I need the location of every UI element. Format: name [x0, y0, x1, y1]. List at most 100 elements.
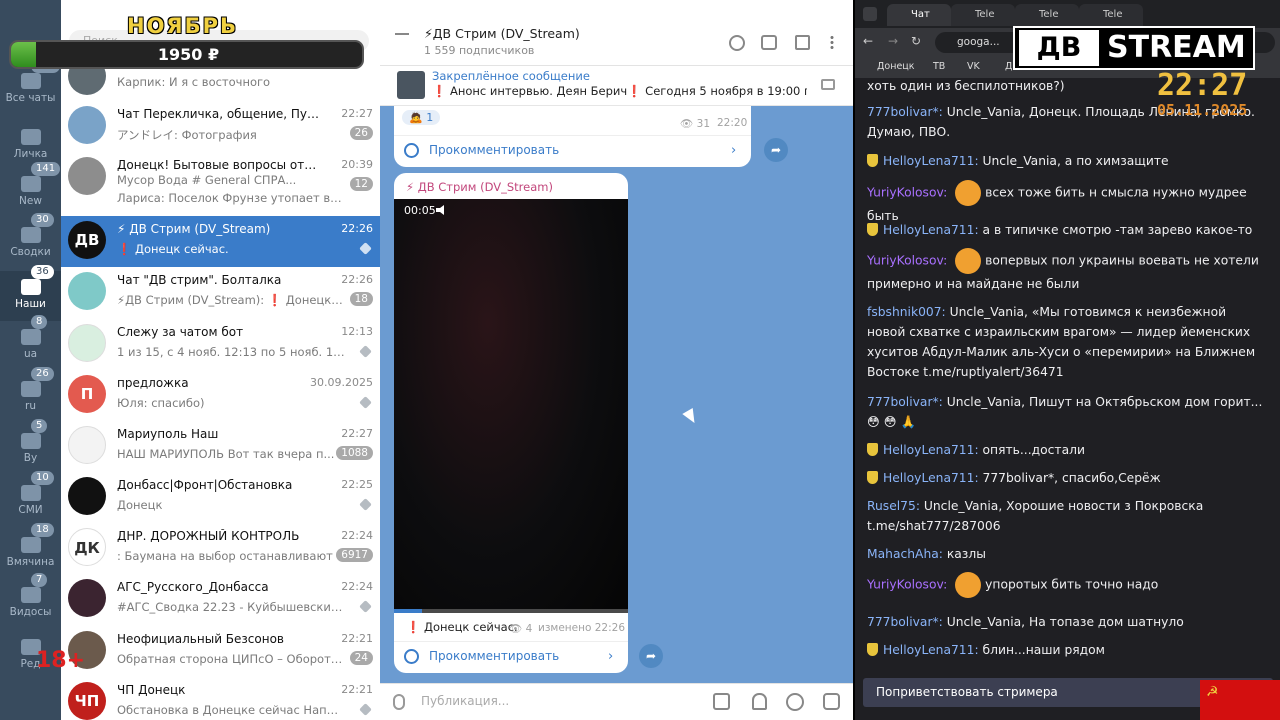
bookmark-item[interactable]: Донецк: [877, 61, 915, 72]
folder-0[interactable]: Все чаты159: [0, 59, 61, 115]
bookmark-item[interactable]: ТВ: [933, 61, 945, 72]
video-progress[interactable]: [394, 609, 628, 613]
folder-9[interactable]: Вмячина 18: [0, 523, 61, 579]
comment-link[interactable]: Прокомментировать: [429, 649, 559, 663]
chat-item[interactable]: Донбасс|Фронт|Обстановка 22:25 Донецк: [61, 472, 380, 523]
chat-username[interactable]: fsbshnik007: [867, 305, 942, 319]
logo-left: ДВ: [1019, 30, 1099, 66]
chat-item[interactable]: Слежу за чатом бот 12:13 1 из 15, с 4 нояб…: [61, 319, 380, 370]
chat-username[interactable]: 777bolivar*: [867, 615, 939, 629]
schedule-icon[interactable]: [713, 693, 730, 710]
folder-icon: [20, 329, 41, 345]
forward-button[interactable]: ➦: [764, 138, 788, 162]
chat-item[interactable]: ДК ДНР. ДОРОЖНЫЙ КОНТРОЛЬ 22:24: Баумана н…: [61, 523, 380, 574]
chat-text: 777bolivar*, спасибо,Серёж: [982, 471, 1161, 485]
chat-preview: Донецк: [117, 498, 163, 512]
pinned-message-bar[interactable]: Закреплённое сообщение ❗ Анонс интервью.…: [380, 66, 853, 106]
camera-icon[interactable]: [823, 693, 840, 710]
pinned-label: Закреплённое сообщение: [432, 69, 590, 83]
chat-time: 22:26: [341, 273, 373, 286]
stream-chat: хоть один из беспилотников?) 777bolivar*:…: [855, 78, 1280, 678]
chat-preview: : Баумана на выбор останавливают: [117, 549, 333, 563]
chat-message: MahachAha: казлы: [867, 547, 986, 561]
chat-text: хоть один из беспилотников?): [867, 79, 1065, 93]
pin-icon: [359, 498, 372, 511]
message-composer: Публикация...: [380, 683, 853, 720]
chat-text: опять...достали: [982, 443, 1085, 457]
chat-name: Донецк! Бытовые вопросы ответы:: [117, 158, 322, 172]
back-icon[interactable]: ←: [863, 34, 873, 48]
chat-item[interactable]: Мариуполь Наш 22:27 НАШ МАРИУПОЛЬ Вот так …: [61, 421, 380, 472]
compose-input[interactable]: Публикация...: [421, 694, 509, 708]
more-menu-icon[interactable]: [830, 35, 834, 50]
chat-username[interactable]: HelloyLena711: [883, 154, 974, 168]
donation-goal-bar: 1950 ₽: [9, 40, 364, 69]
message-author[interactable]: ⚡ ДВ Стрим (DV_Stream): [406, 180, 553, 194]
emote-icon: [955, 248, 982, 274]
folder-4[interactable]: Наши 36: [0, 265, 61, 321]
chat-message: 777bolivar*: Uncle_Vania, На топазе дом …: [867, 615, 1184, 629]
comment-link[interactable]: Прокомментировать: [429, 143, 559, 157]
chat-username[interactable]: YuriyKolosov: [867, 186, 943, 200]
chat-item[interactable]: Чат "ДВ стрим". Болталка 22:26 ⚡ДВ Стрим (…: [61, 267, 380, 318]
chat-username[interactable]: 777bolivar*: [867, 395, 939, 409]
chat-preview: ⚡ДВ Стрим (DV_Stream): ❗ Донецк ...: [117, 293, 345, 307]
browser-tab[interactable]: Tele: [1015, 4, 1079, 26]
chat-item[interactable]: Чат Перекличка, общение, Путиловк... 22:2…: [61, 101, 380, 152]
chat-time: 22:24: [341, 580, 373, 593]
pin-icon: [359, 345, 372, 358]
chat-item[interactable]: Ппредложка 30.09.2025 Юля: спасибо): [61, 370, 380, 421]
browser-tab[interactable]: Tele: [951, 4, 1015, 26]
attach-icon[interactable]: [393, 694, 405, 710]
back-arrow-icon[interactable]: [395, 33, 409, 35]
folder-badge: 30: [31, 213, 54, 227]
chat-item[interactable]: ЧП ЧП Донецк 22:21 Обстановка в Донецке сей…: [61, 677, 380, 720]
folder-7[interactable]: By 5: [0, 419, 61, 475]
folder-icon: [20, 587, 41, 603]
folder-10[interactable]: Видосы 7: [0, 573, 61, 629]
video-player[interactable]: 00:05: [394, 199, 628, 613]
folder-2[interactable]: New 141: [0, 162, 61, 218]
folder-label: Все чаты: [5, 92, 56, 104]
folder-8[interactable]: СМИ 10: [0, 471, 61, 527]
chat-item[interactable]: Донецк! Бытовые вопросы ответы: 20:39 Лари…: [61, 152, 380, 205]
tab-search-icon[interactable]: [863, 7, 877, 21]
chat-username[interactable]: HelloyLena711: [883, 223, 974, 237]
reload-icon[interactable]: ↻: [911, 34, 921, 48]
chat-item[interactable]: АГС_Русского_Донбасса 22:24 #АГС_Сводка 22…: [61, 574, 380, 625]
folder-6[interactable]: ru 26: [0, 367, 61, 423]
bookmark-item[interactable]: Д: [1005, 61, 1012, 72]
chat-username[interactable]: HelloyLena711: [883, 643, 974, 657]
chat-username[interactable]: Rusel75: [867, 499, 916, 513]
browser-tab[interactable]: Tele: [1079, 4, 1143, 26]
emoji-icon[interactable]: [786, 693, 804, 711]
sidebar-toggle-icon[interactable]: [795, 35, 810, 50]
pin-list-icon[interactable]: [821, 79, 835, 90]
overlay-clock: 22:27 05.11.2025: [1157, 70, 1247, 119]
chat-item[interactable]: ДВ ⚡ ДВ Стрим (DV_Stream) 22:26 ❗ Донецк се…: [61, 216, 380, 267]
chat-username[interactable]: HelloyLena711: [883, 443, 974, 457]
live-chat-icon[interactable]: [761, 35, 777, 50]
search-icon[interactable]: [729, 35, 745, 51]
pinned-text: ❗ Анонс интервью. Деян Берич❗ Сегодня 5 …: [432, 84, 807, 98]
bookmark-item[interactable]: VK: [967, 61, 980, 72]
folder-label: Личка: [13, 148, 48, 160]
mute-icon[interactable]: [436, 205, 444, 215]
folder-3[interactable]: Сводки 30: [0, 213, 61, 269]
folder-5[interactable]: ua 8: [0, 315, 61, 371]
channel-title[interactable]: ⚡ДВ Стрим (DV_Stream): [424, 26, 580, 41]
reaction-badge[interactable]: 🙇 1: [402, 110, 441, 125]
browser-tab[interactable]: Чат: [887, 4, 951, 26]
mouse-cursor: [682, 407, 700, 427]
chat-username[interactable]: YuriyKolosov: [867, 254, 943, 268]
chat-username[interactable]: HelloyLena711: [883, 471, 974, 485]
chat-username[interactable]: 777bolivar*: [867, 105, 939, 119]
bell-icon[interactable]: [752, 693, 767, 710]
forward-icon[interactable]: →: [888, 34, 898, 48]
chat-username[interactable]: MahachAha: [867, 547, 939, 561]
chat-username[interactable]: YuriyKolosov: [867, 578, 943, 592]
chat-item[interactable]: Неофициальный Безсонов 22:21 Обратная стор…: [61, 626, 380, 677]
chat-message: YuriyKolosov: упоротых бить точно надо: [867, 572, 1267, 598]
forward-button[interactable]: ➦: [639, 644, 663, 668]
folder-icon: [20, 433, 41, 449]
